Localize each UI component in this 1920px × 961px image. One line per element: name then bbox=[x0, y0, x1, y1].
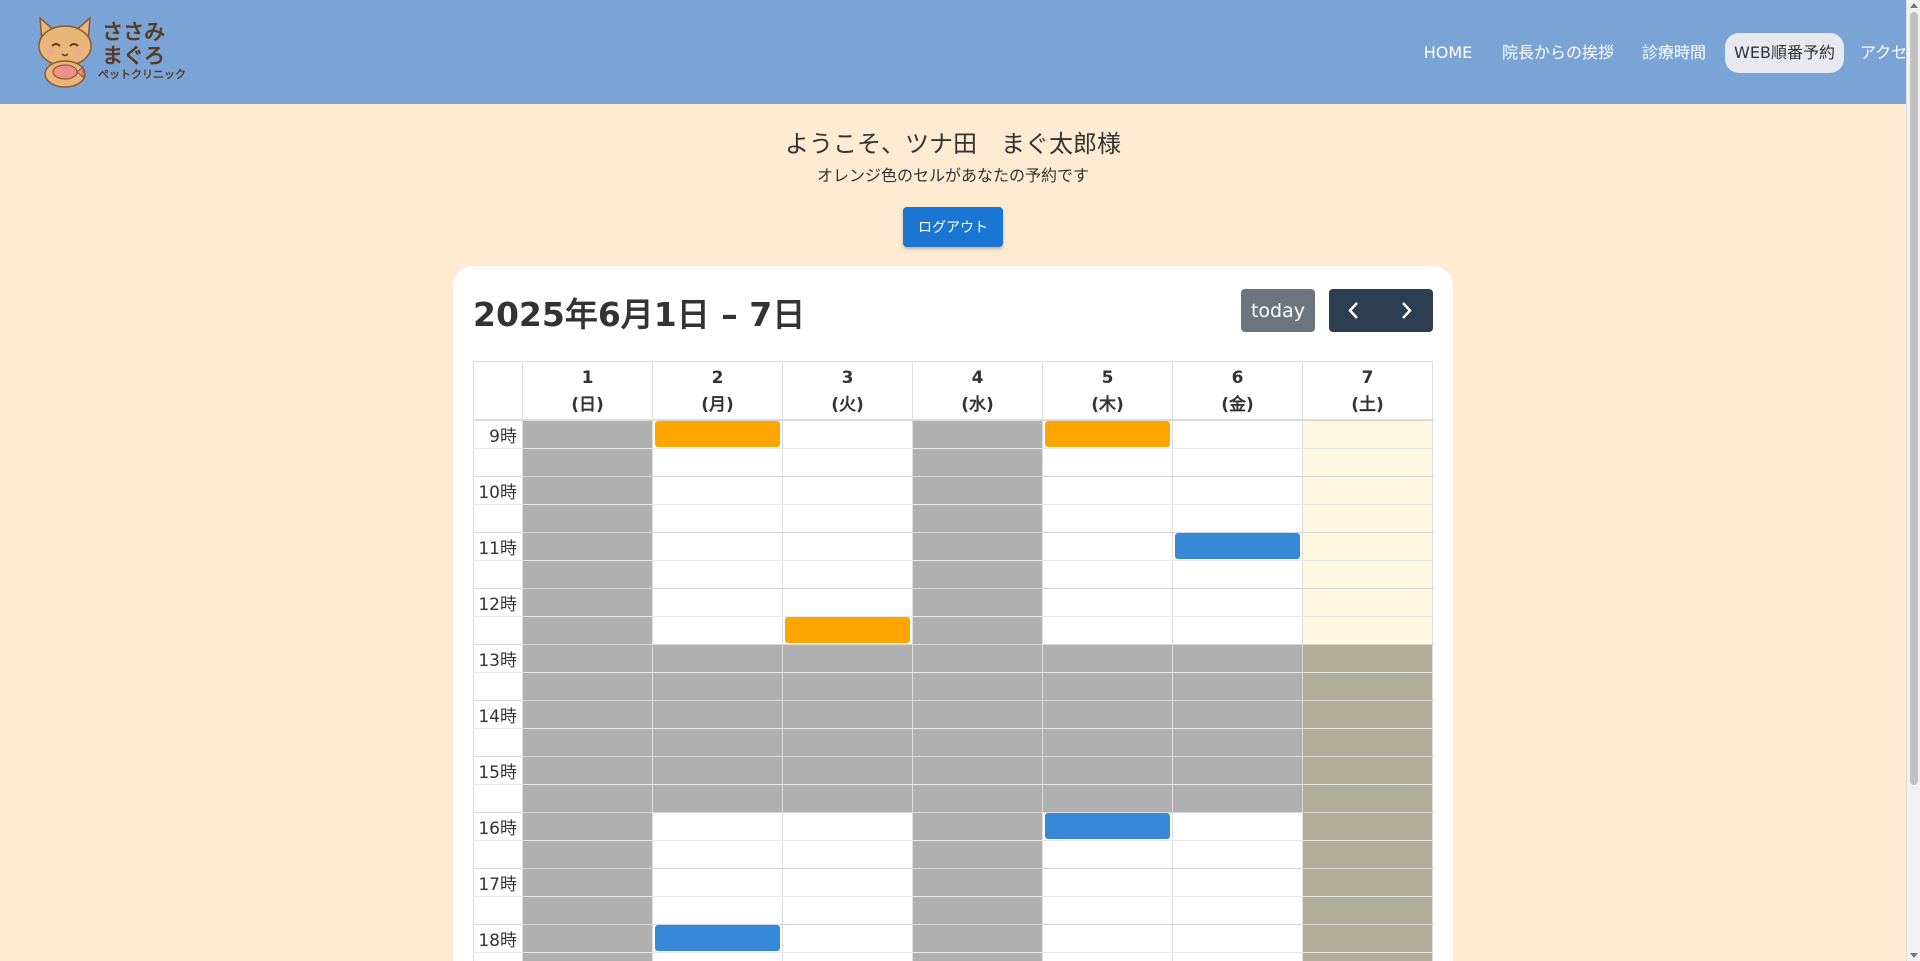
welcome-message: ようこそ、ツナ田 まぐ太郎様 bbox=[785, 130, 1121, 158]
time-label: 11時 bbox=[478, 539, 517, 559]
logo-line1: ささみ bbox=[102, 20, 165, 44]
hour-line bbox=[474, 588, 1434, 589]
hour-line bbox=[474, 476, 1434, 477]
booked-slot-event[interactable] bbox=[1045, 813, 1170, 839]
time-label: 12時 bbox=[478, 595, 517, 615]
today-button[interactable]: today bbox=[1241, 289, 1315, 332]
logo-title: ささみ まぐろ bbox=[102, 20, 165, 68]
half-hour-line bbox=[474, 896, 1434, 897]
time-label: 18時 bbox=[478, 931, 517, 951]
calendar-grid: 1 (日) 2 (月) 3 (火) 4 (水) 5 (木) 6 (金) 7 (土) 9時 10時 11時 12時… bbox=[473, 361, 1434, 961]
day-number: 2 bbox=[711, 368, 724, 388]
half-hour-line bbox=[474, 672, 1434, 673]
nav-web-reservation[interactable]: WEB順番予約 bbox=[1725, 33, 1844, 73]
calendar-nav-group bbox=[1329, 289, 1433, 332]
day-header: 7 (土) bbox=[1302, 362, 1432, 421]
hour-line bbox=[474, 924, 1434, 925]
logo-subtitle: ペットクリニック bbox=[98, 68, 186, 81]
day-header: 2 (月) bbox=[652, 362, 782, 421]
half-hour-line bbox=[474, 728, 1434, 729]
scroll-down-arrow-icon[interactable] bbox=[1910, 953, 1918, 958]
hour-line bbox=[474, 756, 1434, 757]
half-hour-line bbox=[474, 448, 1434, 449]
logo-line2: まぐろ bbox=[102, 44, 165, 68]
half-hour-line bbox=[474, 616, 1434, 617]
hour-line bbox=[474, 700, 1434, 701]
reservation-note: オレンジ色のセルがあなたの予約です bbox=[816, 166, 1089, 185]
day-of-week: (土) bbox=[1351, 395, 1384, 415]
booked-slot-event[interactable] bbox=[1175, 533, 1300, 559]
nav-greeting[interactable]: 院長からの挨拶 bbox=[1500, 33, 1616, 73]
calendar-header-row: 1 (日) 2 (月) 3 (火) 4 (水) 5 (木) 6 (金) 7 (土) bbox=[473, 361, 1433, 421]
day-header: 3 (火) bbox=[782, 362, 912, 421]
open-slot-column[interactable] bbox=[782, 812, 912, 961]
day-of-week: (火) bbox=[831, 395, 864, 415]
half-hour-line bbox=[474, 504, 1434, 505]
closed-slot-block bbox=[912, 420, 1042, 961]
day-header: 5 (木) bbox=[1042, 362, 1172, 421]
day-of-week: (日) bbox=[571, 395, 604, 415]
logout-button[interactable]: ログアウト bbox=[903, 207, 1003, 247]
page-scrollbar[interactable] bbox=[1906, 0, 1920, 961]
hour-line bbox=[474, 868, 1434, 869]
day-of-week: (水) bbox=[961, 395, 994, 415]
day-number: 4 bbox=[971, 368, 984, 388]
chevron-right-icon bbox=[1402, 302, 1412, 319]
calendar-card: 2025年6月1日 – 7日 today 1 (日) 2 (月) 3 (火) 4 (水) 5 (木… bbox=[453, 266, 1453, 961]
time-label: 14時 bbox=[478, 707, 517, 727]
day-number: 6 bbox=[1231, 368, 1244, 388]
booked-slot-event[interactable] bbox=[655, 925, 780, 951]
hour-line bbox=[474, 812, 1434, 813]
hour-line bbox=[474, 420, 1434, 421]
closed-slot-block bbox=[522, 420, 652, 961]
time-label: 9時 bbox=[489, 427, 517, 447]
hour-line bbox=[474, 644, 1434, 645]
time-label: 15時 bbox=[478, 763, 517, 783]
day-number: 5 bbox=[1101, 368, 1114, 388]
time-label: 17時 bbox=[478, 875, 517, 895]
scroll-up-arrow-icon[interactable] bbox=[1910, 3, 1918, 8]
cat-logo-icon bbox=[38, 16, 92, 88]
time-label: 13時 bbox=[478, 651, 517, 671]
day-number: 1 bbox=[581, 368, 594, 388]
half-hour-line bbox=[474, 840, 1434, 841]
day-header: 6 (金) bbox=[1172, 362, 1302, 421]
time-label: 16時 bbox=[478, 819, 517, 839]
scroll-thumb[interactable] bbox=[1910, 12, 1918, 785]
chevron-left-icon bbox=[1348, 302, 1358, 319]
nav-hours[interactable]: 診療時間 bbox=[1636, 33, 1712, 73]
prev-week-button[interactable] bbox=[1329, 289, 1381, 332]
clinic-logo[interactable]: ささみ まぐろ ペットクリニック bbox=[30, 12, 190, 88]
day-of-week: (木) bbox=[1091, 395, 1124, 415]
closed-slot-block bbox=[1302, 644, 1432, 961]
day-of-week: (月) bbox=[701, 395, 734, 415]
site-header: ささみ まぐろ ペットクリニック HOME 院長からの挨拶 診療時間 WEB順番… bbox=[0, 0, 1920, 104]
open-slot-column[interactable] bbox=[1172, 812, 1302, 961]
nav-home[interactable]: HOME bbox=[1417, 33, 1479, 73]
day-header: 4 (水) bbox=[912, 362, 1042, 421]
day-number: 7 bbox=[1361, 368, 1374, 388]
next-week-button[interactable] bbox=[1381, 289, 1433, 332]
calendar-body: 9時 10時 11時 12時 13時 14時 15時 16時 17時 18時 bbox=[473, 420, 1434, 961]
day-header: 1 (日) bbox=[522, 362, 652, 421]
day-number: 3 bbox=[841, 368, 854, 388]
my-reservation-event[interactable] bbox=[785, 617, 910, 643]
calendar-title: 2025年6月1日 – 7日 bbox=[473, 295, 806, 334]
half-hour-line bbox=[474, 560, 1434, 561]
time-label: 10時 bbox=[478, 483, 517, 503]
half-hour-line bbox=[474, 952, 1434, 953]
day-of-week: (金) bbox=[1221, 395, 1254, 415]
half-hour-line bbox=[474, 784, 1434, 785]
my-reservation-event[interactable] bbox=[1045, 421, 1170, 447]
my-reservation-event[interactable] bbox=[655, 421, 780, 447]
